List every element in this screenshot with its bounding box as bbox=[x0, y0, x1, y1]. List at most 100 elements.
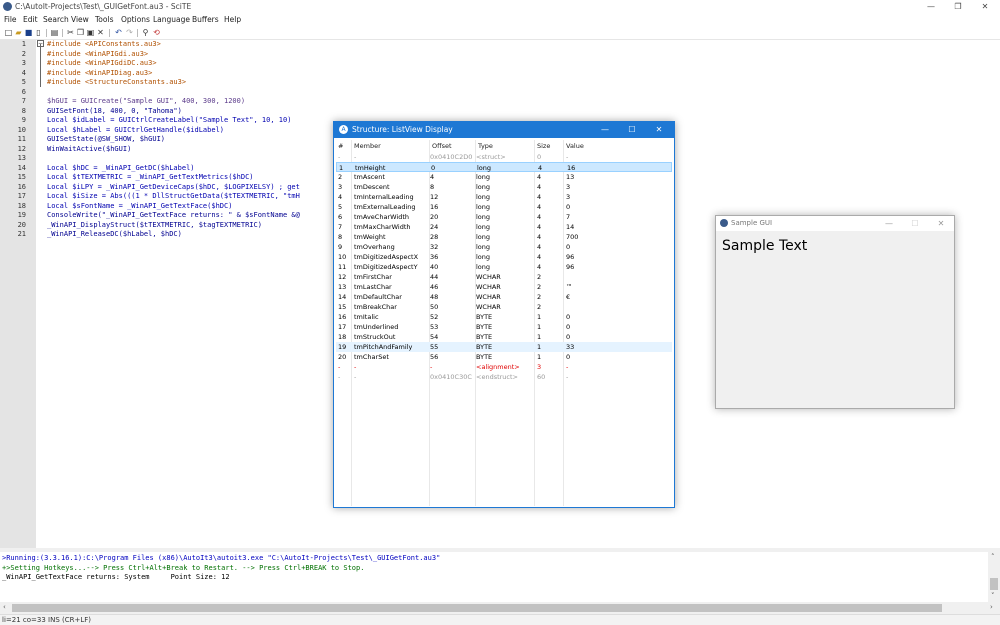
replace-icon[interactable]: ⟲ bbox=[152, 28, 161, 37]
close-button[interactable]: ✕ bbox=[646, 122, 672, 138]
struct-row[interactable]: - - 0x0410C30C <endstruct> 60 - bbox=[336, 372, 672, 382]
row-index: 10 bbox=[338, 253, 347, 261]
row-type: WCHAR bbox=[476, 283, 501, 291]
structure-title-bar[interactable]: A Structure: ListView Display — ☐ ✕ bbox=[334, 122, 674, 138]
row-member: tmInternalLeading bbox=[354, 193, 414, 201]
row-type: long bbox=[476, 193, 491, 201]
struct-row[interactable]: 14 tmDefaultChar 48 WCHAR 2 € bbox=[336, 292, 672, 302]
new-icon[interactable]: □ bbox=[4, 28, 13, 37]
scroll-right-icon[interactable]: › bbox=[990, 603, 993, 611]
struct-row[interactable]: 18 tmStruckOut 54 BYTE 1 0 bbox=[336, 332, 672, 342]
column-header-value[interactable]: Value bbox=[566, 142, 584, 150]
save-icon[interactable]: ■ bbox=[24, 28, 33, 37]
line-number: 19 bbox=[17, 211, 26, 219]
print-icon[interactable]: ▤ bbox=[50, 28, 59, 37]
minimize-button[interactable]: — bbox=[876, 216, 902, 231]
menu-buffers[interactable]: Buffers bbox=[192, 15, 219, 24]
line-number: 12 bbox=[17, 144, 26, 153]
row-offset: 8 bbox=[430, 183, 435, 191]
maximize-button[interactable]: ☐ bbox=[619, 122, 645, 138]
minimize-button[interactable]: — bbox=[592, 122, 618, 138]
undo-icon[interactable]: ↶ bbox=[114, 28, 123, 37]
struct-row[interactable]: 6 tmAveCharWidth 20 long 4 7 bbox=[336, 212, 672, 222]
row-value: 0 bbox=[566, 323, 571, 331]
menu-file[interactable]: File bbox=[4, 15, 17, 24]
scroll-down-icon[interactable]: ˅ bbox=[991, 592, 995, 600]
find-icon[interactable]: ⚲ bbox=[141, 28, 150, 37]
output-line: +>Setting Hotkeys...--> Press Ctrl+Alt+B… bbox=[2, 563, 365, 572]
struct-row[interactable]: 3 tmDescent 8 long 4 3 bbox=[336, 182, 672, 192]
scrollbar-thumb[interactable] bbox=[12, 604, 942, 612]
close-button[interactable]: ✕ bbox=[973, 0, 997, 14]
menu-help[interactable]: Help bbox=[224, 15, 241, 24]
menu-tools[interactable]: Tools bbox=[95, 15, 113, 24]
struct-row[interactable]: 11 tmDigitizedAspectY 40 long 4 96 bbox=[336, 262, 672, 272]
struct-row[interactable]: 4 tmInternalLeading 12 long 4 3 bbox=[336, 192, 672, 202]
copy-icon[interactable]: ❐ bbox=[76, 28, 85, 37]
row-type: WCHAR bbox=[476, 293, 501, 301]
row-member: tmDefaultChar bbox=[354, 293, 402, 301]
maximize-button[interactable]: ❐ bbox=[946, 0, 970, 14]
struct-row[interactable]: - - - <alignment> 3 - bbox=[336, 362, 672, 372]
struct-row[interactable]: 10 tmDigitizedAspectX 36 long 4 96 bbox=[336, 252, 672, 262]
output-vertical-scrollbar[interactable]: ˄ ˅ bbox=[988, 552, 1000, 602]
scroll-up-icon[interactable]: ˄ bbox=[991, 553, 995, 561]
menu-edit[interactable]: Edit bbox=[23, 15, 38, 24]
struct-row[interactable]: 9 tmOverhang 32 long 4 0 bbox=[336, 242, 672, 252]
row-offset: 53 bbox=[430, 323, 439, 331]
row-value: 0 bbox=[566, 243, 571, 251]
struct-row[interactable]: 17 tmUnderlined 53 BYTE 1 0 bbox=[336, 322, 672, 332]
struct-row[interactable]: 5 tmExternalLeading 16 long 4 0 bbox=[336, 202, 672, 212]
struct-row[interactable]: 2 tmAscent 4 long 4 13 bbox=[336, 172, 672, 182]
menu-options[interactable]: Options bbox=[121, 15, 150, 24]
row-offset: 52 bbox=[430, 313, 439, 321]
redo-icon[interactable]: ↷ bbox=[125, 28, 134, 37]
row-type: long bbox=[476, 183, 491, 191]
code-line: #include <APIConstants.au3> bbox=[47, 40, 161, 48]
output-pane[interactable]: >Running:(3.3.16.1):C:\Program Files (x8… bbox=[0, 552, 988, 602]
line-number: 14 bbox=[17, 163, 26, 172]
menu-language[interactable]: Language bbox=[153, 15, 190, 24]
sample-text-label: Sample Text bbox=[722, 238, 808, 254]
column-header-member[interactable]: Member bbox=[354, 142, 381, 150]
struct-row[interactable]: 15 tmBreakChar 50 WCHAR 2 bbox=[336, 302, 672, 312]
row-value: - bbox=[566, 153, 569, 161]
row-value: - bbox=[566, 363, 569, 371]
row-offset: 56 bbox=[430, 353, 439, 361]
code-line: _WinAPI_DisplayStruct($tTEXTMETRIC, $tag… bbox=[47, 220, 262, 229]
scroll-left-icon[interactable]: ‹ bbox=[3, 603, 6, 611]
close-button[interactable]: ✕ bbox=[928, 216, 954, 231]
minimize-button[interactable]: — bbox=[919, 0, 943, 14]
struct-row[interactable]: 13 tmLastChar 46 WCHAR 2 ™ bbox=[336, 282, 672, 292]
column-header-size[interactable]: Size bbox=[537, 142, 550, 150]
struct-row[interactable]: 12 tmFirstChar 44 WCHAR 2 bbox=[336, 272, 672, 282]
close-file-icon[interactable]: ▯ bbox=[34, 28, 43, 37]
struct-row[interactable]: 20 tmCharSet 56 BYTE 1 0 bbox=[336, 352, 672, 362]
row-value: 3 bbox=[566, 183, 571, 191]
line-number: 1 bbox=[21, 40, 26, 48]
struct-row[interactable]: 16 tmItalic 52 BYTE 1 0 bbox=[336, 312, 672, 322]
row-index: 4 bbox=[338, 193, 343, 201]
delete-icon[interactable]: ✕ bbox=[96, 28, 105, 37]
column-header-index[interactable]: # bbox=[338, 142, 343, 150]
line-number: 10 bbox=[17, 125, 26, 134]
struct-row[interactable]: - - 0x0410C2D0 <struct> 0 - bbox=[336, 152, 672, 162]
horizontal-scrollbar[interactable]: ‹ › bbox=[0, 602, 1000, 614]
sample-gui-title-bar[interactable]: Sample GUI — ☐ ✕ bbox=[716, 216, 954, 231]
column-header-offset[interactable]: Offset bbox=[432, 142, 452, 150]
struct-row[interactable]: 19 tmPitchAndFamily 55 BYTE 1 33 bbox=[336, 342, 672, 352]
struct-row[interactable]: 1 tmHeight 0 long 4 16 bbox=[336, 162, 672, 172]
struct-row[interactable]: 7 tmMaxCharWidth 24 long 4 14 bbox=[336, 222, 672, 232]
maximize-button[interactable]: ☐ bbox=[902, 216, 928, 231]
column-header-type[interactable]: Type bbox=[478, 142, 493, 150]
row-offset: 44 bbox=[430, 273, 439, 281]
scrollbar-thumb[interactable] bbox=[990, 578, 998, 590]
cut-icon[interactable]: ✂ bbox=[66, 28, 75, 37]
paste-icon[interactable]: ▣ bbox=[86, 28, 95, 37]
row-index: 19 bbox=[338, 343, 347, 351]
struct-row[interactable]: 8 tmWeight 28 long 4 700 bbox=[336, 232, 672, 242]
open-icon[interactable]: ▰ bbox=[14, 28, 23, 37]
menu-view[interactable]: View bbox=[71, 15, 89, 24]
menu-search[interactable]: Search bbox=[43, 15, 69, 24]
line-number: 8 bbox=[21, 106, 26, 115]
